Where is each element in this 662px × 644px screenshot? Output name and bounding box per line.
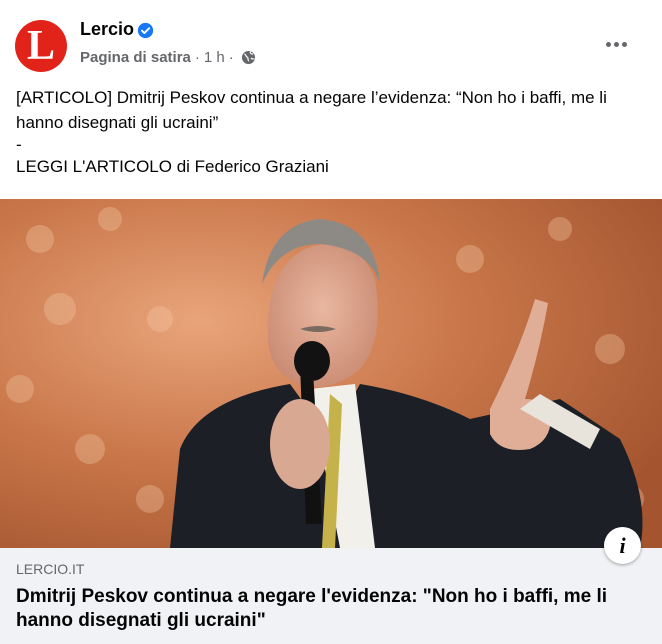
info-icon[interactable]: i bbox=[604, 527, 641, 564]
page-name-link[interactable]: Lercio bbox=[80, 19, 134, 40]
link-domain: LERCIO.IT bbox=[16, 561, 85, 577]
link-preview[interactable]: LERCIO.IT Dmitrij Peskov continua a nega… bbox=[0, 548, 662, 644]
page-category: Pagina di satira bbox=[80, 49, 191, 66]
article-photo[interactable] bbox=[0, 199, 662, 548]
more-options-button[interactable] bbox=[600, 28, 632, 60]
verified-badge-icon bbox=[137, 22, 154, 39]
post-text-line: [ARTICOLO] Dmitrij Peskov continua a neg… bbox=[16, 88, 607, 132]
post-text-cta: LEGGI L'ARTICOLO di Federico Graziani bbox=[16, 157, 329, 176]
post-meta: Pagina di satira · 1 h · bbox=[80, 49, 256, 66]
post-body-text: [ARTICOLO] Dmitrij Peskov continua a neg… bbox=[16, 86, 646, 180]
photo-illustration bbox=[0, 199, 662, 548]
avatar-logo-letter: L bbox=[26, 23, 55, 69]
link-title[interactable]: Dmitrij Peskov continua a negare l'evide… bbox=[16, 585, 636, 633]
meta-separator-2: · bbox=[228, 49, 234, 66]
more-options-icon bbox=[605, 41, 611, 47]
page-avatar[interactable]: L bbox=[15, 20, 67, 72]
post-text-dash: - bbox=[16, 135, 22, 154]
meta-separator: · bbox=[194, 49, 200, 66]
post-header: L Lercio Pagina di satira · 1 h · bbox=[0, 0, 662, 72]
post-timestamp[interactable]: 1 h bbox=[204, 49, 225, 66]
facebook-post-card: L Lercio Pagina di satira · 1 h · [ARTIC… bbox=[0, 0, 662, 644]
globe-icon[interactable] bbox=[241, 50, 256, 65]
